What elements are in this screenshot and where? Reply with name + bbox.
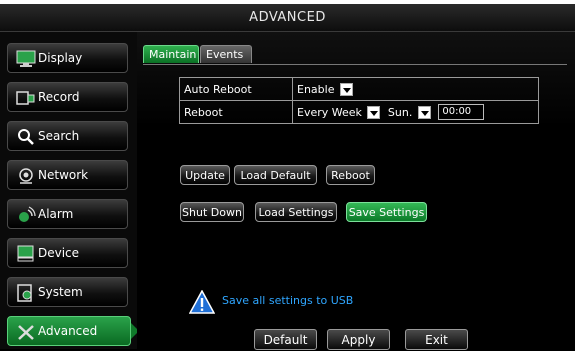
sidebar-item-label: Alarm bbox=[38, 207, 74, 221]
sidebar-item-label: Display bbox=[38, 51, 83, 65]
sidebar-item-alarm[interactable]: Alarm bbox=[7, 199, 128, 229]
reboot-frequency-dropdown[interactable]: Every Week bbox=[297, 105, 381, 119]
tools-icon bbox=[18, 325, 34, 340]
device-icon bbox=[17, 245, 34, 262]
window-title: ADVANCED bbox=[0, 4, 575, 32]
sidebar-item-label: System bbox=[38, 285, 83, 299]
load-settings-button[interactable]: Load Settings bbox=[255, 202, 337, 222]
exit-button[interactable]: Exit bbox=[405, 329, 468, 350]
tab-events[interactable]: Events bbox=[200, 45, 252, 63]
reboot-time-field[interactable]: 00:00 bbox=[438, 104, 485, 120]
tab-maintain[interactable]: Maintain bbox=[143, 45, 199, 63]
sidebar-item-display[interactable]: Display bbox=[7, 43, 128, 73]
sidebar-item-network[interactable]: Network bbox=[7, 160, 128, 190]
save-settings-button[interactable]: Save Settings bbox=[346, 202, 427, 222]
chevron-down-icon bbox=[367, 105, 381, 119]
chevron-down-icon bbox=[339, 82, 353, 96]
sidebar-item-advanced[interactable]: Advanced bbox=[7, 316, 139, 346]
default-button[interactable]: Default bbox=[254, 329, 317, 350]
camera-icon bbox=[16, 91, 35, 105]
update-button[interactable]: Update bbox=[180, 165, 230, 185]
search-icon bbox=[18, 129, 34, 145]
table-row: Reboot Every Week Sun. 00:00 bbox=[179, 100, 539, 124]
chevron-down-icon bbox=[417, 105, 431, 119]
reboot-frequency-value: Every Week bbox=[297, 105, 362, 119]
system-icon bbox=[17, 284, 32, 302]
auto-reboot-cell: Enable bbox=[292, 77, 539, 101]
reboot-day-value: Sun. bbox=[387, 105, 413, 119]
sidebar-item-record[interactable]: Record bbox=[7, 82, 128, 112]
reboot-label: Reboot bbox=[179, 100, 293, 124]
sidebar: Display Record Search Network Alarm Devi… bbox=[0, 32, 139, 349]
settings-table: Auto Reboot Enable Reboot Every Week Sun… bbox=[179, 77, 539, 124]
hint-text: Save all settings to USB bbox=[222, 294, 354, 307]
sidebar-item-label: Device bbox=[38, 246, 80, 260]
alarm-icon bbox=[19, 206, 36, 222]
sidebar-item-label: Search bbox=[38, 129, 80, 143]
sidebar-item-label: Advanced bbox=[38, 324, 98, 338]
sidebar-item-device[interactable]: Device bbox=[7, 238, 128, 268]
reboot-cell: Every Week Sun. 00:00 bbox=[292, 100, 539, 124]
auto-reboot-dropdown[interactable]: Enable bbox=[297, 82, 353, 96]
table-row: Auto Reboot Enable bbox=[179, 77, 539, 101]
main-content: Maintain Events Auto Reboot Enable Reboo… bbox=[137, 32, 575, 350]
auto-reboot-label: Auto Reboot bbox=[179, 77, 293, 101]
sidebar-item-label: Network bbox=[38, 168, 89, 182]
sidebar-item-system[interactable]: System bbox=[7, 277, 128, 307]
load-default-button[interactable]: Load Default bbox=[234, 165, 317, 185]
auto-reboot-value: Enable bbox=[297, 82, 335, 96]
warning-icon bbox=[189, 290, 215, 314]
sidebar-item-search[interactable]: Search bbox=[7, 121, 128, 151]
shut-down-button[interactable]: Shut Down bbox=[180, 202, 244, 222]
apply-button[interactable]: Apply bbox=[327, 329, 390, 350]
tab-divider bbox=[143, 64, 567, 65]
reboot-day-dropdown[interactable]: Sun. bbox=[388, 105, 431, 119]
network-icon bbox=[19, 168, 33, 184]
reboot-button[interactable]: Reboot bbox=[326, 165, 375, 185]
sidebar-item-label: Record bbox=[38, 90, 80, 104]
monitor-icon bbox=[16, 50, 36, 67]
